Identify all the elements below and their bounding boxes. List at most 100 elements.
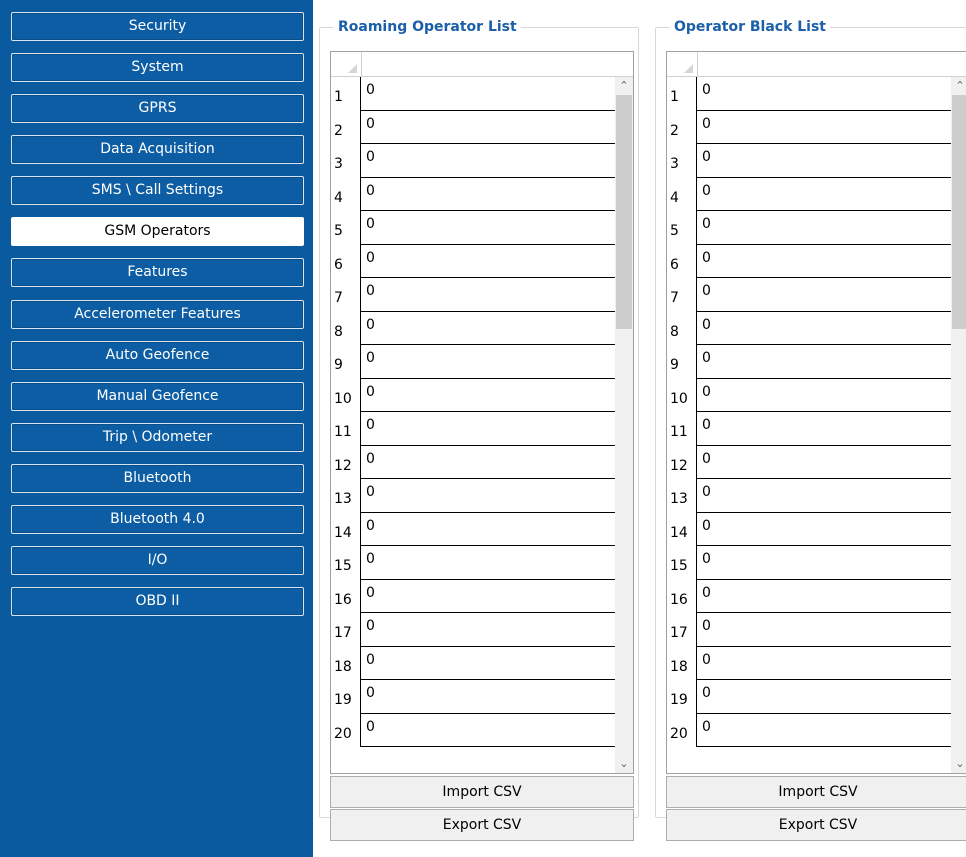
sidebar-item-obd-ii[interactable]: OBD II: [11, 587, 304, 616]
table-row: 12 0: [667, 445, 951, 479]
sidebar-item-io[interactable]: I/O: [11, 546, 304, 575]
sidebar-item-auto-geofence[interactable]: Auto Geofence: [11, 341, 304, 370]
table-row: 20: [331, 110, 615, 144]
sidebar-item-bluetooth-4[interactable]: Bluetooth 4.0: [11, 505, 304, 534]
table-row: 13 0: [667, 479, 951, 513]
sidebar-item-data-acquisition[interactable]: Data Acquisition: [11, 135, 304, 164]
row-number: 3: [670, 156, 679, 172]
operator-code-cell[interactable]: 0: [360, 646, 615, 680]
operator-code-cell[interactable]: 0: [360, 311, 615, 345]
row-number: 1: [670, 89, 679, 105]
operator-code-cell[interactable]: 0: [696, 244, 951, 278]
row-number: 3: [334, 156, 343, 172]
roaming-scrollbar[interactable]: ⌃ ⌄: [615, 77, 633, 773]
operator-code-cell[interactable]: 0: [360, 512, 615, 546]
table-row: 20: [667, 110, 951, 144]
operator-code-cell[interactable]: 0: [360, 378, 615, 412]
table-row: 30: [667, 144, 951, 178]
chevron-down-icon[interactable]: ⌄: [615, 755, 633, 773]
operator-code-cell[interactable]: 0: [696, 144, 951, 178]
operator-code-cell[interactable]: 0: [360, 110, 615, 144]
sidebar-item-sms-call-settings[interactable]: SMS \ Call Settings: [11, 176, 304, 205]
operator-code-cell[interactable]: 0: [696, 211, 951, 245]
blacklist-export-csv-button[interactable]: Export CSV: [666, 809, 966, 841]
blacklist-scrollbar[interactable]: ⌃ ⌄: [951, 77, 966, 773]
operator-blacklist-title: Operator Black List: [670, 16, 831, 38]
operator-code-cell[interactable]: 0: [360, 244, 615, 278]
chevron-up-icon[interactable]: ⌃: [951, 77, 966, 95]
operator-code-cell[interactable]: 0: [360, 345, 615, 379]
roaming-export-csv-button[interactable]: Export CSV: [330, 809, 634, 841]
row-number: 14: [670, 524, 688, 541]
operator-code-cell[interactable]: 0: [696, 378, 951, 412]
operator-code-cell[interactable]: 0: [696, 646, 951, 680]
chevron-down-icon[interactable]: ⌄: [951, 755, 966, 773]
sidebar-item-gprs[interactable]: GPRS: [11, 94, 304, 123]
row-number: 15: [334, 558, 352, 574]
row-number: 8: [334, 323, 343, 340]
select-all-corner[interactable]: [331, 52, 362, 77]
table-row: 20 0: [331, 713, 615, 747]
operator-code-cell[interactable]: 0: [360, 680, 615, 714]
table-row: 10 0: [331, 378, 615, 412]
operator-code-cell[interactable]: 0: [696, 579, 951, 613]
table-row: 10: [667, 77, 951, 111]
operator-code-cell[interactable]: 0: [696, 512, 951, 546]
sidebar-item-gsm-operators[interactable]: GSM Operators: [11, 217, 304, 246]
operator-code-cell[interactable]: 0: [360, 613, 615, 647]
row-number: 20: [334, 725, 352, 742]
operator-code-cell[interactable]: 0: [696, 345, 951, 379]
operator-code-cell[interactable]: 0: [360, 579, 615, 613]
operator-code-cell[interactable]: 0: [360, 211, 615, 245]
operator-code-cell[interactable]: 0: [696, 713, 951, 747]
operator-code-cell[interactable]: 0: [360, 546, 615, 580]
row-number: 7: [670, 290, 679, 306]
roaming-rows: 1 0 2 0 3 0 4 0 5 0 6 0 7 0 8 0 9 0 10 0 11 0 12 0 13 0 14 0 15 0 16 0 1…: [331, 77, 615, 747]
operator-code-cell[interactable]: 0: [360, 479, 615, 513]
row-number: 18: [334, 658, 352, 675]
sidebar-item-trip-odometer[interactable]: Trip \ Odometer: [11, 423, 304, 452]
sidebar-item-manual-geofence[interactable]: Manual Geofence: [11, 382, 304, 411]
table-row: 80: [667, 311, 951, 345]
operator-code-cell[interactable]: 0: [360, 278, 615, 312]
operator-code-cell[interactable]: 0: [696, 546, 951, 580]
sidebar-item-bluetooth[interactable]: Bluetooth: [11, 464, 304, 493]
operator-code-cell[interactable]: 0: [696, 77, 951, 111]
sidebar-item-system[interactable]: System: [11, 53, 304, 82]
operator-code-cell[interactable]: 0: [360, 713, 615, 747]
operator-code-cell[interactable]: 0: [360, 144, 615, 178]
roaming-operator-grid: 1 0 2 0 3 0 4 0 5 0 6 0 7 0 8 0 9 0 10 0 11 0 12 0 13 0 14 0 15 0 16 0 1…: [330, 51, 634, 774]
grid-header: [667, 52, 966, 77]
scroll-thumb[interactable]: [952, 95, 966, 329]
operator-code-cell[interactable]: 0: [360, 77, 615, 111]
row-number: 13: [334, 491, 352, 507]
operator-code-cell[interactable]: 0: [360, 445, 615, 479]
table-row: 18 0: [331, 646, 615, 680]
operator-code-cell[interactable]: 0: [696, 613, 951, 647]
operator-code-cell[interactable]: 0: [696, 278, 951, 312]
operator-code-cell[interactable]: 0: [696, 479, 951, 513]
table-row: 15 0: [667, 546, 951, 580]
table-row: 19 0: [331, 680, 615, 714]
blacklist-rows: 1 0 2 0 3 0 4 0 5 0 6 0 7 0 8 0 9 0 10 0 11 0 12 0 13 0 14 0 15 0 16 0 1…: [667, 77, 951, 747]
operator-code-cell[interactable]: 0: [696, 680, 951, 714]
chevron-up-icon[interactable]: ⌃: [615, 77, 633, 95]
operator-code-cell[interactable]: 0: [696, 311, 951, 345]
select-all-corner[interactable]: [667, 52, 698, 77]
operator-code-cell[interactable]: 0: [696, 177, 951, 211]
operator-code-cell[interactable]: 0: [696, 412, 951, 446]
roaming-import-csv-button[interactable]: Import CSV: [330, 776, 634, 808]
operator-code-cell[interactable]: 0: [360, 412, 615, 446]
row-number: 1: [334, 89, 343, 105]
blacklist-import-csv-button[interactable]: Import CSV: [666, 776, 966, 808]
scroll-thumb[interactable]: [616, 95, 632, 329]
row-number: 7: [334, 290, 343, 306]
operator-code-cell[interactable]: 0: [696, 110, 951, 144]
operator-code-cell[interactable]: 0: [360, 177, 615, 211]
sidebar-item-features[interactable]: Features: [11, 258, 304, 287]
table-row: 30: [331, 144, 615, 178]
row-number: 20: [670, 725, 688, 742]
operator-code-cell[interactable]: 0: [696, 445, 951, 479]
sidebar-item-accelerometer-features[interactable]: Accelerometer Features: [11, 300, 304, 329]
sidebar-item-security[interactable]: Security: [11, 12, 304, 41]
